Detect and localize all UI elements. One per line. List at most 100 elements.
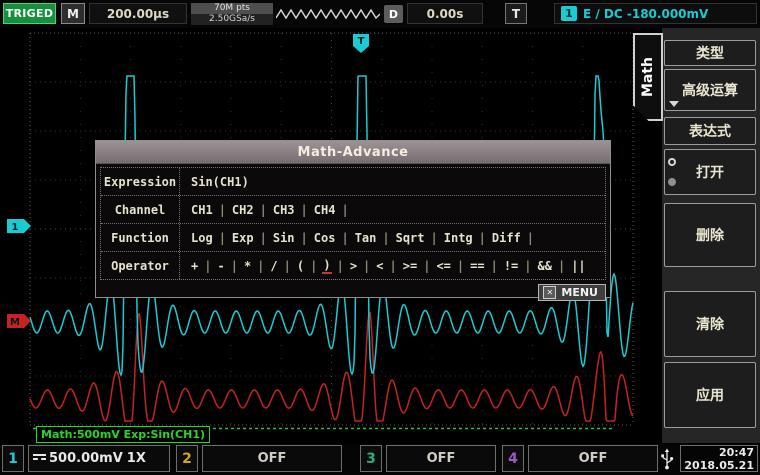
dialog-item-+[interactable]: + <box>190 259 199 273</box>
sidebar-button-open[interactable]: 打开 <box>664 149 756 195</box>
advanced-math-button-label: 高级运算 <box>682 80 738 100</box>
dialog-item-Sqrt[interactable]: Sqrt <box>395 231 426 245</box>
dialog-item-*[interactable]: * <box>243 259 252 273</box>
ch4-badge[interactable]: 4 <box>502 445 524 472</box>
dialog-item-Cos[interactable]: Cos <box>313 231 337 245</box>
ch3-badge[interactable]: 3 <box>360 445 382 472</box>
sidebar-button-expression[interactable]: 表达式 <box>664 117 756 145</box>
dialog-item-)[interactable]: ) <box>322 258 331 274</box>
ch2-settings-box[interactable]: OFF <box>202 445 342 472</box>
close-icon: ✕ <box>543 286 556 299</box>
dialog-item-Intg[interactable]: Intg <box>443 231 474 245</box>
dc-coupling-icon <box>33 454 46 464</box>
math-tab[interactable]: Math <box>633 33 663 121</box>
ch1-level-marker[interactable]: 1 <box>7 219 31 233</box>
sidebar-button-delete[interactable]: 删除 <box>664 203 756 267</box>
dialog-item-Tan[interactable]: Tan <box>354 231 378 245</box>
item-separator: | <box>341 231 348 245</box>
channel-row-label: Channel <box>101 196 180 223</box>
trigger-source-badge: 1 <box>561 6 577 21</box>
ch1-scale: 500.00mV <box>49 451 123 466</box>
item-separator: | <box>219 203 226 217</box>
expression-row-label: Expression <box>101 168 180 195</box>
math-level-marker[interactable]: M <box>7 314 31 328</box>
channel-options: CH1|CH2|CH3|CH4| <box>180 196 605 223</box>
dialog-item-/[interactable]: / <box>269 259 278 273</box>
ch1-settings-box[interactable]: 500.00mV 1X <box>28 445 170 472</box>
sidebar-button-clear[interactable]: 清除 <box>664 291 756 357</box>
trigger-info-box[interactable]: 1 E ∕ DC -180.000mV <box>554 3 757 24</box>
dialog-item-Exp[interactable]: Exp <box>231 231 255 245</box>
expression-button-label: 表达式 <box>689 121 731 141</box>
math-tab-label: Math <box>640 57 656 97</box>
item-separator: | <box>524 259 531 273</box>
dialog-item-!=[interactable]: != <box>503 259 519 273</box>
dialog-item-CH1[interactable]: CH1 <box>190 203 214 217</box>
sidebar-button-advanced-math[interactable]: 高级运算 <box>664 69 756 111</box>
date-readout: 2018.05.21 <box>684 459 754 472</box>
sidebar-button-type[interactable]: 类型 <box>664 40 756 66</box>
item-separator: | <box>219 231 226 245</box>
dialog-row-expression: Expression Sin(CH1) <box>101 168 605 196</box>
radio-off-icon <box>668 158 676 166</box>
dialog-item-==[interactable]: == <box>469 259 485 273</box>
dialog-item-&&[interactable]: && <box>537 259 553 273</box>
dialog-item->=[interactable]: >= <box>402 259 418 273</box>
svg-text:M: M <box>10 317 20 328</box>
clock-box: 20:47 2018.05.21 <box>680 445 758 472</box>
delay-label-badge[interactable]: D <box>384 5 403 23</box>
dialog-table: Expression Sin(CH1) Channel CH1 | CH2 | CH3 |… <box>100 167 606 280</box>
apply-button-label: 应用 <box>696 385 724 405</box>
memory-depth: 70M pts <box>191 3 273 14</box>
dialog-item-Sin[interactable]: Sin <box>272 231 296 245</box>
dialog-item-<[interactable]: < <box>375 259 384 273</box>
ch4-settings-box[interactable]: OFF <box>528 445 658 472</box>
ch3-number: 3 <box>366 451 376 467</box>
item-separator: | <box>204 259 211 273</box>
sample-rate: 2.50GSa/s <box>191 14 273 25</box>
function-row-label: Function <box>101 224 180 251</box>
dialog-item-CH3[interactable]: CH3 <box>272 203 296 217</box>
dropdown-arrow-icon <box>669 101 679 107</box>
ch3-settings-box[interactable]: OFF <box>386 445 496 472</box>
item-separator: | <box>479 231 486 245</box>
clear-button-label: 清除 <box>696 314 724 334</box>
open-button-label: 打开 <box>696 162 724 182</box>
horizontal-menu-button[interactable]: M <box>61 3 85 24</box>
dialog-row-channel: Channel CH1|CH2|CH3|CH4| <box>101 196 605 224</box>
item-separator: | <box>260 231 267 245</box>
item-separator: | <box>382 231 389 245</box>
operator-row-label: Operator <box>101 252 180 279</box>
expression-value: Sin(CH1) <box>180 168 605 195</box>
usb-icon <box>660 448 674 471</box>
dialog-item-([interactable]: ( <box>296 259 305 273</box>
menu-button[interactable]: ✕ MENU <box>538 284 606 301</box>
timebase-readout: 200.00μs <box>89 3 187 24</box>
item-separator: | <box>423 259 430 273</box>
menu-button-label: MENU <box>561 286 598 299</box>
top-status-bar: TRIGED M 200.00μs 70M pts 2.50GSa/s D 0.… <box>0 0 760 28</box>
dialog-item-CH2[interactable]: CH2 <box>231 203 255 217</box>
trigger-position-marker[interactable]: T <box>353 34 369 53</box>
dialog-item-Diff[interactable]: Diff <box>491 231 522 245</box>
dialog-item-<=[interactable]: <= <box>435 259 451 273</box>
item-separator: | <box>527 231 534 245</box>
ch1-number: 1 <box>8 451 18 467</box>
ch1-badge[interactable]: 1 <box>2 445 24 472</box>
delete-button-label: 删除 <box>696 225 724 245</box>
item-separator: | <box>301 231 308 245</box>
trigger-menu-button[interactable]: T <box>505 3 527 24</box>
dialog-item-||[interactable]: || <box>570 259 586 273</box>
dialog-item-Sin(CH1)[interactable]: Sin(CH1) <box>190 175 250 189</box>
oscilloscope-screen: TRIGED M 200.00μs 70M pts 2.50GSa/s D 0.… <box>0 0 760 475</box>
horizontal-delay-readout: 0.00s <box>407 3 483 24</box>
item-separator: | <box>231 259 238 273</box>
sidebar-button-apply[interactable]: 应用 <box>664 362 756 428</box>
dialog-item-CH4[interactable]: CH4 <box>313 203 337 217</box>
dialog-item->[interactable]: > <box>349 259 358 273</box>
trigger-status-badge: TRIGED <box>3 3 56 24</box>
ch2-badge[interactable]: 2 <box>176 445 198 472</box>
dialog-item--[interactable]: - <box>216 259 225 273</box>
item-separator: | <box>390 259 397 273</box>
dialog-item-Log[interactable]: Log <box>190 231 214 245</box>
